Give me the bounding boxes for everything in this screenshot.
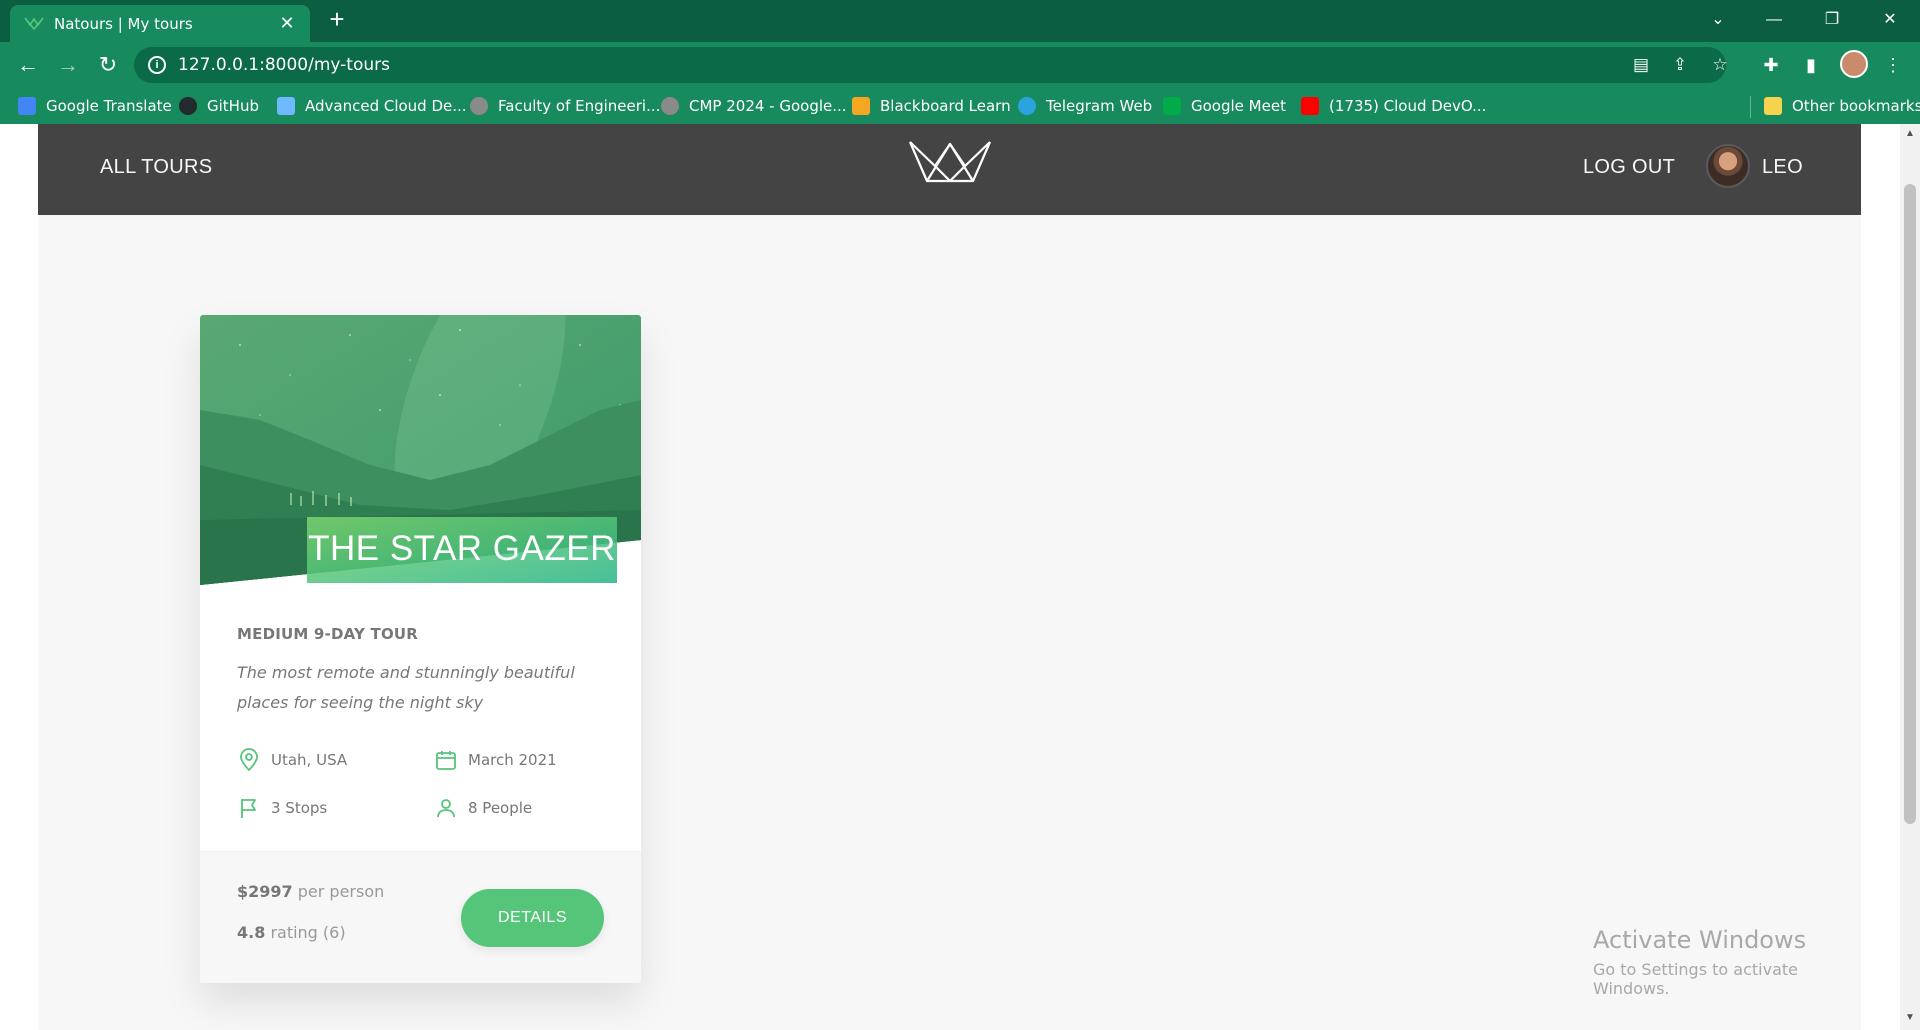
natours-favicon-icon [24,17,44,31]
tour-card-footer: $2997 per person 4.8 rating (6) DETAILS [200,851,641,983]
github-icon [179,97,197,115]
reader-mode-icon[interactable]: ▤ [1630,54,1652,76]
bookmark-youtube-cloud-devops[interactable]: (1735) Cloud DevO... [1301,95,1486,117]
bookmark-cmp-2024[interactable]: CMP 2024 - Google... [661,95,847,117]
google-translate-icon [18,97,36,115]
bookmark-faculty[interactable]: Faculty of Engineeri... [470,95,660,117]
log-out-link[interactable]: LOG OUT [1583,156,1675,179]
bookmark-github[interactable]: GitHub [179,95,259,117]
tour-stops: 3 Stops [237,795,327,821]
bookmark-label: GitHub [207,97,259,115]
bookmark-google-meet[interactable]: Google Meet [1163,95,1286,117]
map-pin-icon [240,748,258,772]
bookmarks-bar: Google Translate GitHub Advanced Cloud D… [0,88,1920,124]
scroll-down-arrow-icon[interactable]: ▼ [1904,1012,1916,1024]
close-window-button[interactable]: ✕ [1862,0,1918,40]
minimize-button[interactable]: — [1746,0,1802,40]
bookmark-star-icon[interactable]: ☆ [1709,54,1731,76]
scroll-up-arrow-icon[interactable]: ▲ [1904,128,1916,140]
site-header: ALL TOURS LOG OUT LEO [38,124,1861,215]
page-content: ALL TOURS LOG OUT LEO THE STAR GAZER MED… [38,124,1861,1030]
browser-tab-bar: Natours | My tours ✕ + ⌄ — ❐ ✕ [0,0,1920,42]
extensions-puzzle-icon[interactable]: ✚ [1758,52,1784,78]
globe-icon [661,97,679,115]
bookmark-label: (1735) Cloud DevO... [1329,97,1487,115]
browser-toolbar: ← → ↻ i 127.0.0.1:8000/my-tours ▤ ⇪ ☆ ✚ … [0,42,1920,88]
flag-icon [241,799,256,818]
activate-windows-subtitle: Go to Settings to activate Windows. [1593,960,1798,998]
new-tab-button[interactable]: + [323,5,351,33]
details-button[interactable]: DETAILS [461,889,604,947]
tour-people-text: 8 People [468,799,533,817]
bookmarks-divider [1750,96,1751,118]
reload-icon[interactable]: ↻ [94,51,122,79]
forward-arrow-icon[interactable]: → [54,51,82,79]
blackboard-icon [852,97,870,115]
other-bookmarks-label: Other bookmarks [1792,97,1920,115]
tour-subheading: MEDIUM 9-DAY TOUR [237,625,419,643]
bookmark-label: Faculty of Engineeri... [498,97,661,115]
tour-location: Utah, USA [237,747,347,773]
tour-people: 8 People [434,795,532,821]
bookmark-label: CMP 2024 - Google... [689,97,847,115]
tour-card: THE STAR GAZER MEDIUM 9-DAY TOUR The mos… [200,315,641,983]
calendar-icon [436,751,456,770]
all-tours-link[interactable]: ALL TOURS [100,156,212,179]
bookmark-label: Google Meet [1191,97,1286,115]
tour-name: THE STAR GAZER [308,529,616,568]
tour-rating-value: 4.8 [237,923,266,942]
tour-stops-text: 3 Stops [271,799,328,817]
natours-logo-icon[interactable] [907,136,993,184]
bookmark-google-translate[interactable]: Google Translate [18,95,172,117]
browser-tab[interactable]: Natours | My tours ✕ [10,5,310,42]
tab-search-icon[interactable]: ⌄ [1690,0,1746,40]
google-meet-icon [1163,97,1181,115]
tour-price-unit: per person [297,882,385,901]
bookmark-advanced-cloud[interactable]: Advanced Cloud De... [277,95,467,117]
bookmark-label: Telegram Web [1046,97,1153,115]
back-arrow-icon[interactable]: ← [14,51,42,79]
url-text[interactable]: 127.0.0.1:8000/my-tours [178,55,390,75]
tour-name-banner: THE STAR GAZER [307,517,617,583]
page-scrollbar[interactable]: ▲ ▼ [1900,124,1920,1030]
profile-avatar[interactable] [1840,50,1868,78]
tour-price-value: $2997 [237,882,293,901]
folder-icon [1764,97,1782,115]
bookmark-label: Google Translate [46,97,172,115]
bookmark-blackboard[interactable]: Blackboard Learn [852,95,1011,117]
share-icon[interactable]: ⇪ [1669,54,1691,76]
side-panel-icon[interactable]: ▮ [1798,52,1824,78]
activate-windows-title: Activate Windows [1593,926,1807,954]
address-bar[interactable]: i 127.0.0.1:8000/my-tours ▤ ⇪ ☆ [134,47,1728,83]
tab-close-icon[interactable]: ✕ [276,12,298,34]
tour-rating-label: rating (6) [270,923,346,942]
youtube-icon [1301,97,1319,115]
user-name-link[interactable]: LEO [1762,156,1803,179]
user-icon [437,799,455,818]
tour-price: $2997 per person [237,882,384,901]
bookmark-label: Advanced Cloud De... [305,97,467,115]
tour-rating: 4.8 rating (6) [237,923,346,942]
restore-button[interactable]: ❐ [1804,0,1860,40]
other-bookmarks[interactable]: Other bookmarks [1764,95,1920,117]
tour-summary: The most remote and stunningly beautiful… [237,663,575,712]
bookmark-label: Blackboard Learn [880,97,1011,115]
tab-title: Natours | My tours [54,15,193,33]
site-info-icon[interactable]: i [148,56,166,74]
tour-date: March 2021 [434,747,557,773]
udemy-icon [277,97,295,115]
menu-kebab-icon[interactable]: ⋮ [1880,52,1906,78]
tour-date-text: March 2021 [468,751,557,769]
windows-activation-watermark: Activate Windows Go to Settings to activ… [1593,926,1861,998]
globe-icon [470,97,488,115]
page-viewport: ALL TOURS LOG OUT LEO THE STAR GAZER MED… [0,124,1920,1030]
bookmark-telegram[interactable]: Telegram Web [1018,95,1152,117]
tour-location-text: Utah, USA [271,751,348,769]
telegram-icon [1018,97,1036,115]
scroll-thumb[interactable] [1904,184,1916,824]
user-avatar[interactable] [1706,144,1750,188]
